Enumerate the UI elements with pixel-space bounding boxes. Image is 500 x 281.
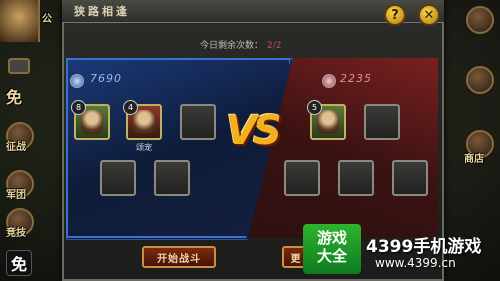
player-avatar[interactable]	[0, 0, 40, 42]
player-slot-5[interactable]	[154, 160, 190, 196]
hero-level: 8	[71, 100, 86, 115]
player-slot-4[interactable]	[100, 160, 136, 196]
free-badge[interactable]: 免	[6, 250, 32, 276]
right-icon-2[interactable]	[466, 66, 494, 94]
player-power-icon	[70, 74, 84, 88]
watermark-logo: 游戏 大全	[303, 224, 361, 274]
hero-portrait	[317, 110, 339, 134]
enemy-power-icon	[322, 74, 336, 88]
vs-emblem: VS	[226, 108, 282, 154]
remaining-attempts: 今日剩余次数： 2/2	[200, 38, 282, 51]
enemy-slot-4[interactable]	[338, 160, 374, 196]
hero-portrait	[81, 110, 103, 134]
player-slot-2[interactable]: 4	[123, 100, 162, 140]
chat-icon[interactable]	[8, 58, 30, 74]
start-battle-button[interactable]: 开始战斗	[142, 246, 216, 268]
dialog-title: 狭路相逢	[74, 5, 130, 18]
side-label-legion: 军团	[6, 190, 26, 201]
hero-level: 5	[307, 100, 322, 115]
enemy-slot-5[interactable]	[392, 160, 428, 196]
player-power: 7690	[90, 72, 122, 85]
side-label-shop: 商店	[464, 154, 484, 165]
hero-level: 4	[123, 100, 138, 115]
right-icon-1[interactable]	[466, 6, 494, 34]
side-label-arena: 竞技	[6, 228, 26, 239]
help-button[interactable]: ?	[384, 4, 406, 26]
close-icon: ✕	[423, 7, 435, 23]
enemy-slot-2[interactable]	[364, 104, 400, 140]
hero-name: 颂宠	[136, 143, 152, 152]
watermark-title: 4399手机游戏	[366, 237, 482, 257]
enemy-slot-3[interactable]	[284, 160, 320, 196]
remaining-value: 2/2	[267, 41, 282, 51]
side-label-campaign: 征战	[6, 142, 26, 153]
question-icon: ?	[391, 7, 399, 23]
close-button[interactable]: ✕	[418, 4, 440, 26]
hero-portrait	[133, 110, 155, 134]
player-slot-3[interactable]	[180, 104, 216, 140]
side-label-free: 免	[6, 88, 23, 107]
watermark-url: www.4399.cn	[375, 256, 456, 270]
side-label-top: 公	[42, 14, 52, 25]
enemy-slot-1[interactable]: 5	[307, 100, 346, 140]
enemy-power: 2235	[340, 72, 372, 85]
player-slot-1[interactable]: 8	[71, 100, 110, 140]
remaining-label: 今日剩余次数：	[200, 41, 264, 51]
